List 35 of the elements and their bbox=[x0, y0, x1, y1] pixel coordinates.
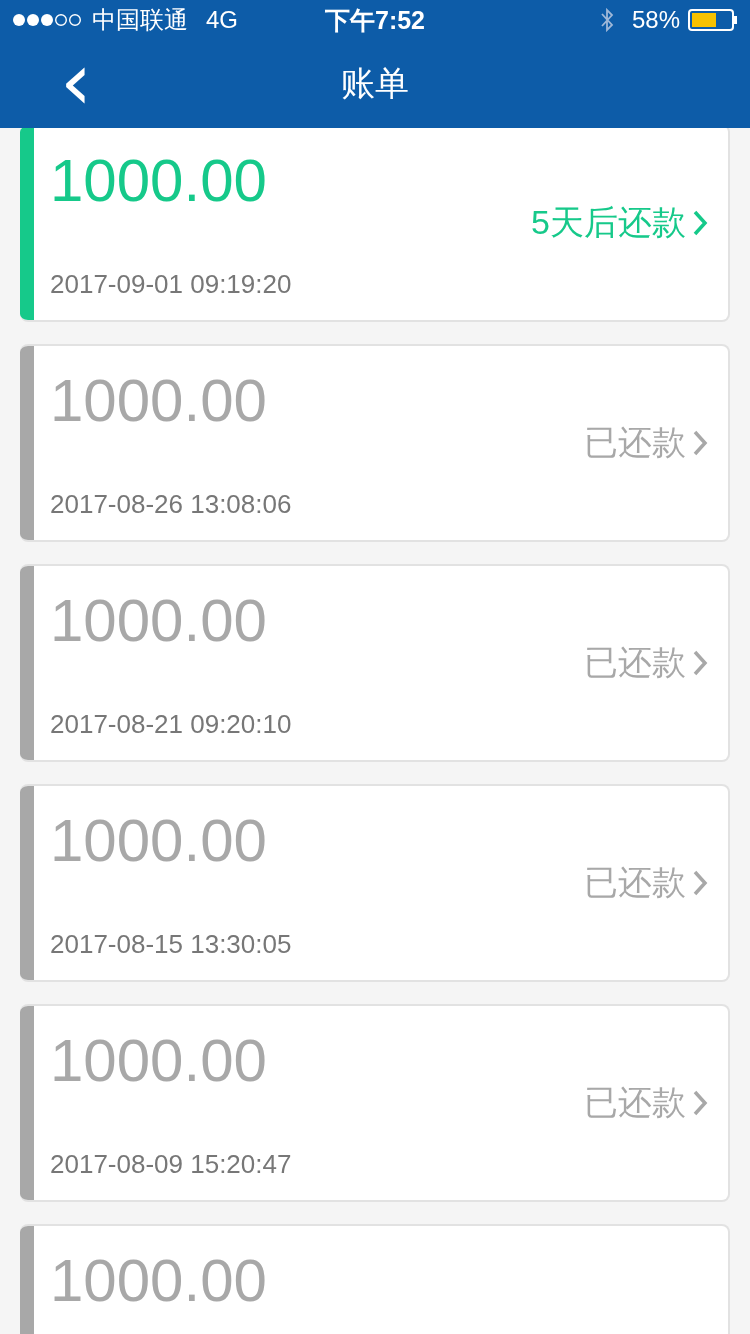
bill-card[interactable]: 1000.00 2017-08-21 09:20:10 已还款 bbox=[20, 564, 730, 762]
network-type: 4G bbox=[206, 6, 238, 34]
repayment-status: 已还款 bbox=[584, 862, 686, 903]
carrier-name: 中国联通 bbox=[92, 5, 188, 35]
bill-date: 2017-08-15 13:30:05 bbox=[50, 928, 293, 960]
bill-card[interactable]: 1000.00 2017-08-26 13:08:06 已还款 bbox=[20, 344, 730, 542]
battery-percent: 58% bbox=[631, 6, 680, 34]
bill-date: 2017-08-09 15:20:47 bbox=[50, 1148, 293, 1180]
bill-amount: 1000.00 bbox=[50, 806, 268, 876]
bill-card[interactable]: 1000.00 bbox=[20, 1224, 730, 1334]
repayment-status: 5天后还款 bbox=[531, 202, 686, 243]
bill-amount: 1000.00 bbox=[50, 366, 268, 436]
repayment-status: 已还款 bbox=[584, 642, 686, 683]
bill-date: 2017-09-01 09:19:20 bbox=[50, 268, 293, 300]
page-title: 账单 bbox=[341, 63, 409, 104]
back-button[interactable]: ‹ bbox=[50, 50, 102, 114]
bill-date: 2017-08-26 13:08:06 bbox=[50, 488, 293, 520]
repayment-status: 已还款 bbox=[584, 1082, 686, 1123]
bluetooth-icon bbox=[599, 8, 614, 32]
bill-date: 2017-08-21 09:20:10 bbox=[50, 708, 293, 740]
chevron-icon bbox=[692, 209, 708, 237]
signal-icon bbox=[12, 13, 84, 27]
chevron-icon bbox=[692, 429, 708, 457]
chevron-icon bbox=[692, 1089, 708, 1117]
battery-icon bbox=[688, 9, 738, 31]
chevron-icon bbox=[692, 869, 708, 897]
chevron-icon bbox=[692, 649, 708, 677]
bill-card[interactable]: 1000.00 2017-08-15 13:30:05 已还款 bbox=[20, 784, 730, 982]
clock-time: 下午7:52 bbox=[325, 4, 426, 36]
bill-amount: 1000.00 bbox=[50, 146, 268, 216]
bill-amount: 1000.00 bbox=[50, 1026, 268, 1096]
bill-amount: 1000.00 bbox=[50, 586, 268, 656]
bill-card[interactable]: 1000.00 2017-08-09 15:20:47 已还款 bbox=[20, 1004, 730, 1202]
repayment-status: 已还款 bbox=[584, 422, 686, 463]
bill-amount: 1000.00 bbox=[50, 1246, 268, 1316]
